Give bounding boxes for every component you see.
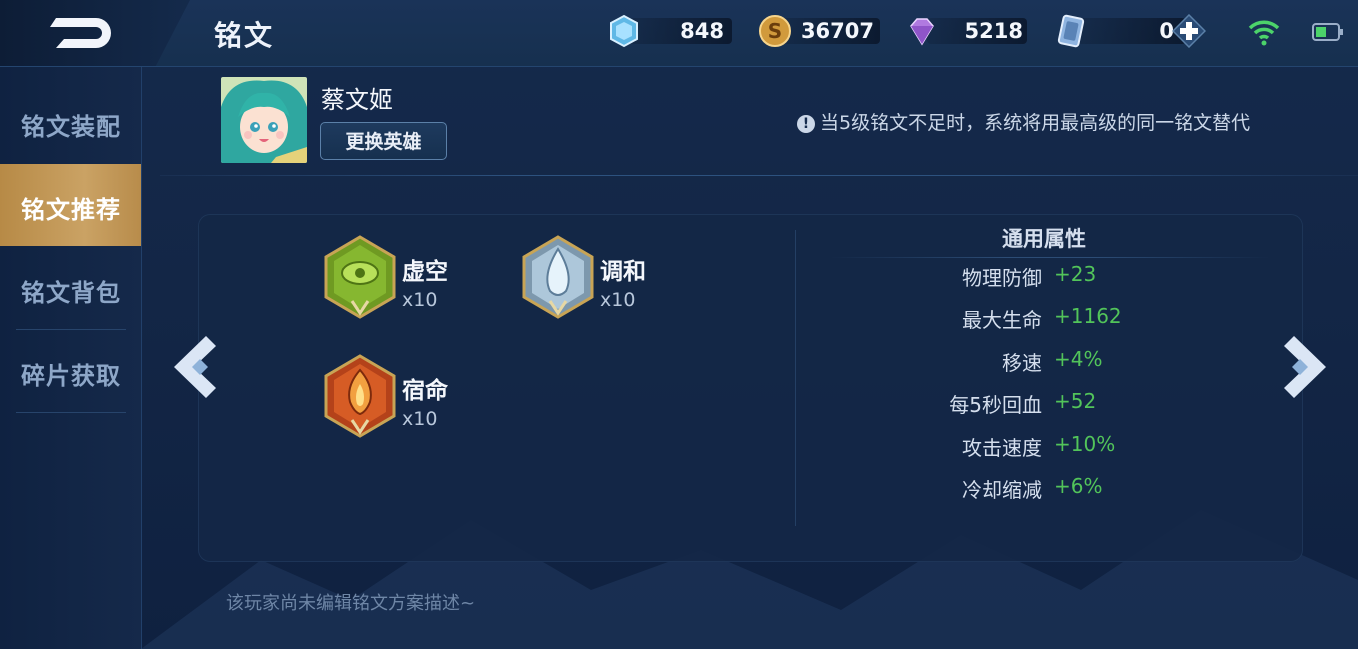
stat-value: +4% (1054, 347, 1103, 371)
hero-name: 蔡文姬 (321, 86, 393, 114)
gold-value: 36707 (800, 19, 874, 43)
rune-item-fate[interactable]: 宿命 x10 (324, 354, 474, 438)
sidebar: 铭文装配 铭文推荐 铭文背包 碎片获取 (0, 67, 142, 649)
sidebar-item-fragment-obtain[interactable]: 碎片获取 (0, 330, 141, 412)
notice-label: 当5级铭文不足时，系统将用最高级的同一铭文替代 (820, 112, 1251, 134)
stat-label: 攻击速度 (962, 436, 1042, 460)
sidebar-item-label: 铭文装配 (21, 113, 121, 141)
chevron-right-icon[interactable] (1282, 334, 1330, 400)
hero-avatar (221, 77, 307, 163)
info-icon: ! (797, 115, 815, 133)
ticket-card-icon (1057, 14, 1085, 48)
diamond-currency: 5218 (905, 14, 1027, 48)
back-icon[interactable] (46, 12, 114, 54)
rune-item-void[interactable]: 虚空 x10 (324, 235, 474, 319)
diamond-value: 5218 (964, 19, 1023, 43)
stat-value: +23 (1054, 262, 1097, 286)
rune-name: 虚空 (402, 259, 448, 285)
top-bar: 铭文 848 S 36707 5218 0 (0, 0, 1358, 67)
stats-title: 通用属性 (1002, 227, 1086, 251)
gold-coin-icon: S (759, 15, 791, 47)
sidebar-item-rune-equip[interactable]: 铭文装配 (0, 81, 141, 163)
stat-label: 物理防御 (962, 266, 1042, 290)
sidebar-item-label: 铭文推荐 (21, 196, 121, 224)
battery-icon (1312, 23, 1343, 41)
sidebar-item-rune-bag[interactable]: 铭文背包 (0, 247, 141, 329)
page-title: 铭文 (214, 19, 275, 52)
crystal-currency: 848 (607, 14, 732, 48)
stat-label: 移速 (1002, 351, 1042, 375)
sidebar-item-rune-recommend[interactable]: 铭文推荐 (0, 164, 141, 246)
ticket-currency: 0 (1054, 14, 1214, 48)
crystal-value: 848 (680, 19, 724, 43)
harmony-rune-icon (522, 235, 594, 319)
stat-value: +10% (1054, 432, 1116, 456)
header-divider (160, 175, 1358, 176)
plus-icon[interactable] (1172, 14, 1206, 48)
rune-count: x10 (402, 289, 438, 311)
stat-value: +52 (1054, 389, 1097, 413)
stat-value: +1162 (1054, 304, 1122, 328)
fate-rune-icon (324, 354, 396, 438)
rune-item-harmony[interactable]: 调和 x10 (522, 235, 672, 319)
diamond-icon (910, 18, 934, 46)
rune-plan-description: 该玩家尚未编辑铭文方案描述~ (226, 593, 476, 614)
chevron-left-icon[interactable] (170, 334, 218, 400)
rune-count: x10 (402, 408, 438, 430)
stat-label: 每5秒回血 (949, 393, 1042, 417)
panel-divider (795, 230, 796, 526)
sidebar-item-label: 铭文背包 (21, 279, 121, 307)
stat-row: 冷却缩减 +6% (860, 474, 1280, 504)
gold-currency: S 36707 (758, 14, 880, 48)
rune-name: 宿命 (402, 378, 448, 404)
stat-value: +6% (1054, 474, 1103, 498)
wifi-icon (1248, 20, 1280, 46)
sidebar-item-label: 碎片获取 (21, 362, 121, 390)
sidebar-divider (16, 412, 126, 413)
svg-text:S: S (768, 19, 782, 43)
stat-row: 攻击速度 +10% (860, 432, 1280, 462)
change-hero-button[interactable]: 更换英雄 (320, 122, 447, 160)
void-rune-icon (324, 235, 396, 319)
crystal-icon (610, 14, 638, 48)
rune-count: x10 (600, 289, 636, 311)
notice-text: ! 当5级铭文不足时，系统将用最高级的同一铭文替代 (797, 108, 1250, 135)
stat-row: 每5秒回血 +52 (860, 389, 1280, 419)
stat-row: 移速 +4% (860, 347, 1280, 377)
stat-row: 物理防御 +23 (860, 262, 1280, 292)
rune-name: 调和 (600, 259, 646, 285)
stats-title-divider (830, 257, 1270, 258)
stat-row: 最大生命 +1162 (860, 304, 1280, 334)
stat-label: 冷却缩减 (962, 478, 1042, 502)
stat-label: 最大生命 (962, 308, 1042, 332)
